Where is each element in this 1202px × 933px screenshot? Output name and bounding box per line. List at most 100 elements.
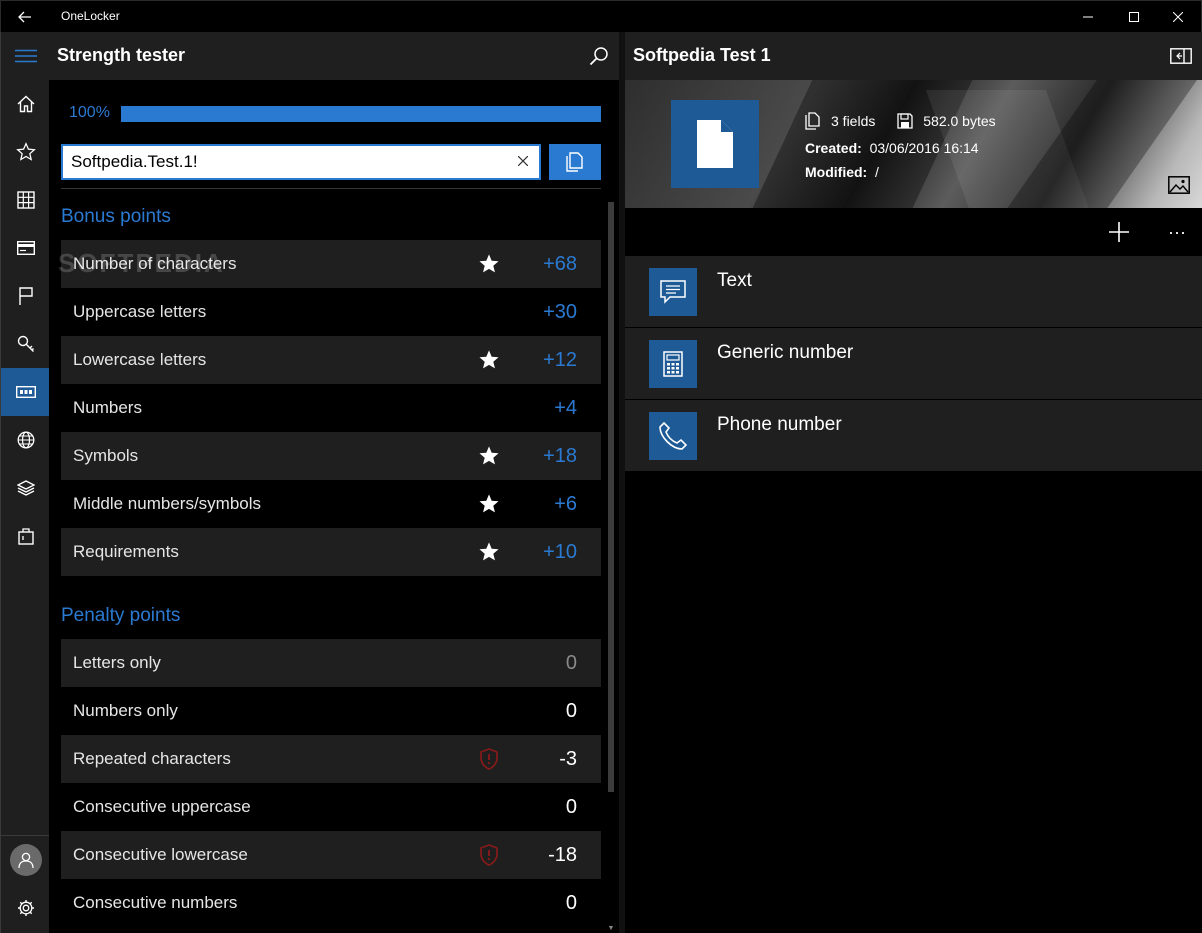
field-row[interactable]: Generic number <box>625 328 1202 400</box>
flag-icon[interactable] <box>1 272 50 320</box>
created-value: 03/06/2016 16:14 <box>869 140 979 156</box>
entry-details-pane: Softpedia Test 1 3 fields 582.0 bytes Cr… <box>625 32 1202 933</box>
account-button[interactable] <box>1 836 50 884</box>
penalty-row: Consecutive numbers 0 <box>61 879 601 927</box>
bonus-label: Requirements <box>73 542 179 561</box>
bag-icon[interactable] <box>1 512 50 560</box>
field-label: Generic number <box>717 342 854 363</box>
collapse-pane-icon[interactable] <box>1168 44 1194 68</box>
scroll-down-icon[interactable]: ▼ <box>606 923 616 933</box>
penalty-label: Numbers only <box>73 701 178 720</box>
strength-progress-bar <box>121 106 601 122</box>
globe-icon[interactable] <box>1 416 50 464</box>
password-generator-icon[interactable] <box>1 368 50 416</box>
favorites-star-icon[interactable] <box>1 128 50 176</box>
bonus-label: Numbers <box>73 398 142 417</box>
grid-icon[interactable] <box>1 176 50 224</box>
penalty-label: Consecutive lowercase <box>73 845 248 864</box>
penalty-points-heading: Penalty points <box>61 605 181 626</box>
penalty-value: 0 <box>565 700 577 722</box>
bonus-value: +6 <box>554 493 577 515</box>
hamburger-menu-icon[interactable] <box>1 32 50 80</box>
scrollbar[interactable]: ▼ <box>606 202 616 933</box>
entry-toolbar: ··· <box>625 208 1202 256</box>
bonus-label: Symbols <box>73 446 139 465</box>
bonus-value: +10 <box>543 541 577 563</box>
key-icon[interactable] <box>1 320 50 368</box>
bonus-row: Lowercase letters +12 <box>61 336 601 384</box>
password-input[interactable] <box>71 151 501 173</box>
penalty-label: Letters only <box>73 653 161 672</box>
penalty-value: 0 <box>565 892 577 914</box>
bonus-value: +12 <box>543 349 577 371</box>
bonus-row: Symbols +18 <box>61 432 601 480</box>
more-options-icon[interactable]: ··· <box>1163 218 1191 246</box>
strength-tester-pane: Strength tester 100% Bonus points Number… <box>49 32 619 933</box>
penalty-value: -3 <box>559 748 577 770</box>
entry-header: Softpedia Test 1 <box>625 32 1202 80</box>
scroll-thumb[interactable] <box>608 202 614 792</box>
back-arrow-icon[interactable] <box>11 5 39 29</box>
bonus-row: Numbers +4 <box>61 384 601 432</box>
field-row[interactable]: Phone number <box>625 400 1202 472</box>
created-row: Created: 03/06/2016 16:14 <box>805 140 979 156</box>
title-bar: OneLocker <box>0 0 1202 32</box>
divider <box>61 188 601 189</box>
save-disk-icon <box>897 113 913 132</box>
nav-rail <box>0 32 50 933</box>
close-button[interactable] <box>1155 1 1201 33</box>
star-icon <box>477 540 501 564</box>
field-label: Phone number <box>717 414 842 435</box>
penalty-label: Consecutive uppercase <box>73 797 251 816</box>
settings-gear-icon[interactable] <box>1 884 50 932</box>
bonus-label: Middle numbers/symbols <box>73 494 262 513</box>
fields-count: 3 fields <box>831 113 876 130</box>
maximize-button[interactable] <box>1111 1 1157 33</box>
entry-size: 582.0 bytes <box>923 113 996 130</box>
penalty-value: 0 <box>565 796 577 818</box>
search-icon[interactable] <box>583 40 615 72</box>
card-icon[interactable] <box>1 224 50 272</box>
created-label: Created: <box>805 140 862 156</box>
app-title: OneLocker <box>61 9 120 23</box>
shield-warning-icon <box>477 843 501 867</box>
penalty-label: Repeated characters <box>73 749 231 768</box>
entry-stats: 3 fields 582.0 bytes <box>805 112 996 133</box>
bonus-row: Requirements +10 <box>61 528 601 576</box>
entry-banner: 3 fields 582.0 bytes Created: 03/06/2016… <box>625 80 1202 208</box>
bonus-points-heading: Bonus points <box>61 206 171 227</box>
penalty-value: 0 <box>565 652 577 674</box>
softpedia-watermark: SOFTPEDIA <box>58 248 225 278</box>
field-label: Text <box>717 270 752 291</box>
text-icon <box>649 268 697 316</box>
layers-icon[interactable] <box>1 464 50 512</box>
modified-label: Modified: <box>805 164 868 180</box>
strength-progress-fill <box>121 106 601 122</box>
star-icon <box>477 252 501 276</box>
penalty-row: Consecutive uppercase 0 <box>61 783 601 831</box>
bonus-value: +4 <box>554 397 577 419</box>
plus-icon <box>1109 222 1129 242</box>
home-icon[interactable] <box>1 80 50 128</box>
add-field-button[interactable] <box>1105 218 1133 246</box>
calculator-icon <box>649 340 697 388</box>
field-row[interactable]: Text <box>625 256 1202 328</box>
bonus-row: Uppercase letters +30 <box>61 288 601 336</box>
clear-icon[interactable] <box>515 153 531 169</box>
image-icon[interactable] <box>1168 176 1190 194</box>
document-icon <box>671 100 759 188</box>
bonus-label: Uppercase letters <box>73 302 207 321</box>
copy-button[interactable] <box>549 144 601 180</box>
bonus-row: Middle numbers/symbols +6 <box>61 480 601 528</box>
fields-copy-icon <box>805 112 821 133</box>
penalty-label: Consecutive numbers <box>73 893 238 912</box>
password-field[interactable] <box>61 144 541 180</box>
copy-icon <box>566 152 583 172</box>
phone-icon <box>649 412 697 460</box>
bonus-label: Lowercase letters <box>73 350 207 369</box>
penalty-row: Letters only 0 <box>61 639 601 687</box>
minimize-button[interactable] <box>1065 1 1111 33</box>
modified-value: / <box>875 164 879 180</box>
penalty-row: Repeated characters -3 <box>61 735 601 783</box>
star-icon <box>477 348 501 372</box>
